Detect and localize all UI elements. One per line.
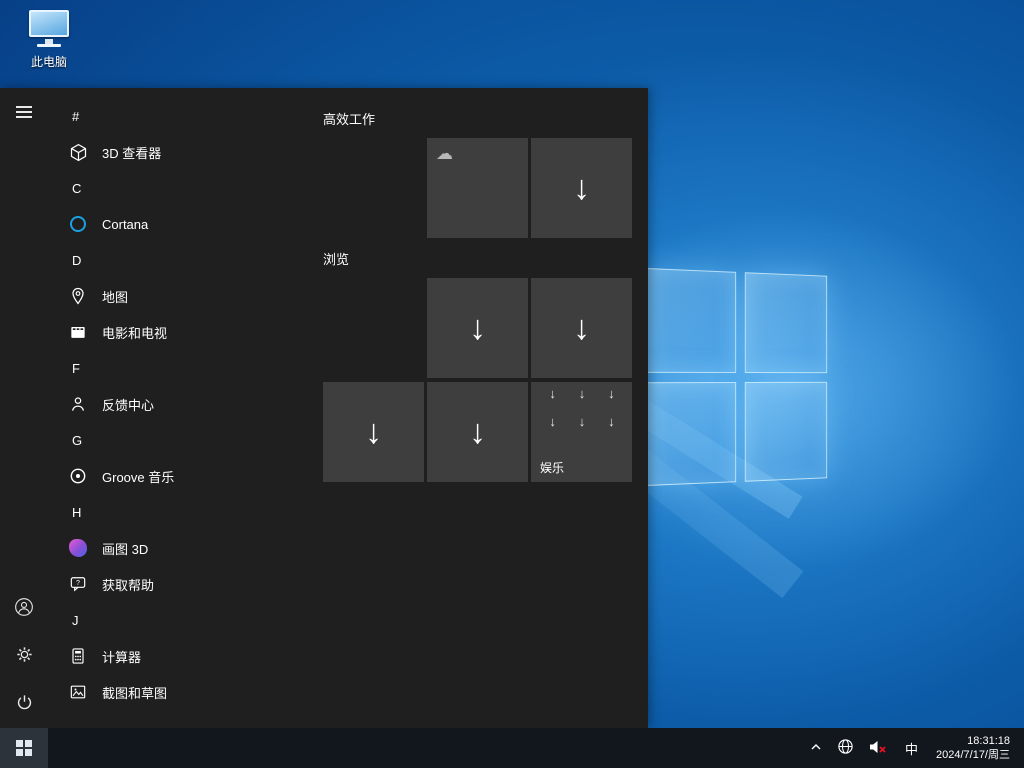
app-label: 地图 [102,287,128,306]
globe-icon [837,738,854,758]
section-header-h[interactable]: H [48,494,323,530]
groove-music-icon [66,464,90,488]
volume-muted-icon [868,739,888,758]
snip-sketch-icon [66,680,90,704]
cloud-icon: ☁ [436,145,453,162]
logo-pane [744,381,827,481]
svg-text:?: ? [76,579,80,587]
taskbar-clock[interactable]: 18:31:18 2024/7/17/周三 [928,728,1018,768]
download-arrow-icon: ↓ [608,387,615,400]
clock-date: 2024/7/17/周三 [936,748,1010,762]
download-arrow-icon: ↓ [549,387,556,400]
section-header-f[interactable]: F [48,350,323,386]
download-arrow-icon: ↓ [573,171,590,205]
app-label: 画图 3D [102,539,148,558]
logo-pane [646,268,735,373]
download-arrow-icon: ↓ [469,415,486,449]
volume-button[interactable] [861,728,895,768]
taskbar: 中 18:31:18 2024/7/17/周三 [0,728,1024,768]
download-arrow-icon: ↓ [579,415,586,428]
start-rail [0,88,48,728]
desktop-icon-this-pc[interactable]: 此电脑 [10,8,88,70]
windows-logo-icon [16,740,32,756]
app-item-snip-sketch[interactable]: 截图和草图 [48,674,323,710]
app-item-calculator[interactable]: 计算器 [48,638,323,674]
tile-group-browse[interactable]: 浏览 [323,249,349,268]
maps-icon [66,284,90,308]
tile-pending-download[interactable]: ↓ [427,278,528,378]
section-header-d[interactable]: D [48,242,323,278]
app-label: 3D 查看器 [102,143,161,162]
settings-button[interactable] [0,632,48,680]
tile-pending-download[interactable]: ↓ [427,382,528,482]
power-button[interactable] [0,680,48,728]
system-tray: 中 18:31:18 2024/7/17/周三 [802,728,1024,768]
section-header-hash[interactable]: # [48,98,323,134]
app-label: 计算器 [102,647,141,666]
user-account-button[interactable] [0,584,48,632]
folder-mini-tiles: ↓ ↓ ↓ ↓ ↓ ↓ [538,387,626,428]
app-item-maps[interactable]: 地图 [48,278,323,314]
app-label: 电影和电视 [102,323,167,342]
app-label: 获取帮助 [102,575,154,594]
rail-bottom [0,584,48,728]
app-label: Groove 音乐 [102,467,174,486]
3d-viewer-icon [66,140,90,164]
app-item-movies-tv[interactable]: 电影和电视 [48,314,323,350]
tile-panel: 高效工作 ☁ ↓ 浏览 ↓ ↓ ↓ ↓ ↓ [323,88,648,728]
gear-icon [15,645,34,667]
network-button[interactable] [830,728,861,768]
windows-logo-wallpaper [646,268,827,486]
tile-pending-download[interactable]: ↓ [323,382,424,482]
section-header-g[interactable]: G [48,422,323,458]
user-icon [14,597,34,620]
tile-pending-download[interactable]: ↓ [531,278,632,378]
start-menu: # 3D 查看器 C Cortana D 地图 [0,88,648,728]
tray-overflow-button[interactable] [802,728,830,768]
app-item-get-help[interactable]: ? 获取帮助 [48,566,323,602]
download-arrow-icon: ↓ [549,415,556,428]
cortana-icon [66,212,90,236]
app-item-3d-viewer[interactable]: 3D 查看器 [48,134,323,170]
start-button[interactable] [0,728,48,768]
section-header-c[interactable]: C [48,170,323,206]
feedback-hub-icon [66,392,90,416]
app-label: Cortana [102,217,148,232]
download-arrow-icon: ↓ [579,387,586,400]
app-list: # 3D 查看器 C Cortana D 地图 [48,88,323,728]
chevron-up-icon [809,740,823,757]
app-item-groove-music[interactable]: Groove 音乐 [48,458,323,494]
app-item-feedback-hub[interactable]: 反馈中心 [48,386,323,422]
logo-pane [744,272,827,372]
tile-group-productivity[interactable]: 高效工作 [323,109,375,128]
section-header-j[interactable]: J [48,602,323,638]
tile-pending-download[interactable]: ↓ [531,138,632,238]
tile-folder-entertainment[interactable]: ↓ ↓ ↓ ↓ ↓ ↓ 娱乐 [531,382,632,482]
desktop: 此电脑 [0,0,1024,768]
app-label: 反馈中心 [102,395,154,414]
power-icon [15,693,34,715]
ime-indicator[interactable]: 中 [895,728,928,768]
folder-tile-label: 娱乐 [540,459,564,476]
computer-monitor-icon [27,8,71,50]
this-pc-label: 此电脑 [31,53,67,70]
tile-onedrive[interactable]: ☁ [427,138,528,238]
paint-3d-icon [66,536,90,560]
app-item-paint-3d[interactable]: 画图 3D [48,530,323,566]
movies-tv-icon [66,320,90,344]
clock-time: 18:31:18 [967,734,1010,748]
download-arrow-icon: ↓ [365,415,382,449]
download-arrow-icon: ↓ [469,311,486,345]
calculator-icon [66,644,90,668]
get-help-icon: ? [66,572,90,596]
expand-menu-button[interactable] [0,88,48,136]
hamburger-icon [16,103,32,121]
app-label: 截图和草图 [102,683,167,702]
download-arrow-icon: ↓ [573,311,590,345]
logo-pane [646,382,735,487]
download-arrow-icon: ↓ [608,415,615,428]
app-item-cortana[interactable]: Cortana [48,206,323,242]
